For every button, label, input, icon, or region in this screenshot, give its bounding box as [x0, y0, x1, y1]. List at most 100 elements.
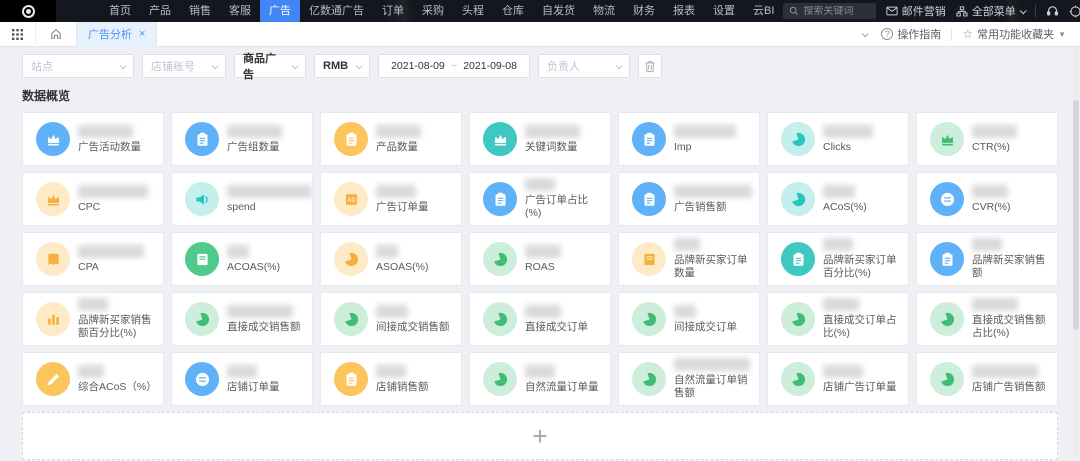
chevron-down-icon [120, 62, 127, 69]
nav-item-报表[interactable]: 报表 [664, 0, 704, 22]
metric-card[interactable]: 广告订单占比(%) [469, 172, 611, 226]
date-range-picker[interactable]: 2021-08-09 ~ 2021-09-08 [378, 54, 530, 78]
metric-value-redacted [78, 245, 144, 258]
metric-card[interactable]: spend [171, 172, 313, 226]
nav-item-头程[interactable]: 头程 [453, 0, 493, 22]
metric-card[interactable]: ACOAS(%) [171, 232, 313, 286]
metric-card[interactable]: 自然流量订单量 [469, 352, 611, 406]
mail-marketing-link[interactable]: 邮件营销 [886, 3, 946, 19]
scrollbar-track[interactable] [1073, 48, 1079, 459]
metric-card[interactable]: CTR(%) [916, 112, 1058, 166]
apps-grid-icon[interactable] [12, 29, 23, 40]
metric-card[interactable]: 广告销售额 [618, 172, 760, 226]
metric-card[interactable]: AD 广告订单量 [320, 172, 462, 226]
nav-item-订单[interactable]: 订单 [373, 0, 413, 22]
nav-item-仓库[interactable]: 仓库 [493, 0, 533, 22]
metric-value-redacted [525, 365, 555, 378]
metric-card[interactable]: 品牌新买家销售额 [916, 232, 1058, 286]
nav-item-设置[interactable]: 设置 [704, 0, 744, 22]
search-input[interactable] [803, 6, 869, 17]
nav-item-广告[interactable]: 广告 [260, 0, 300, 22]
nav-item-产品[interactable]: 产品 [140, 0, 180, 22]
tab-ad-analysis[interactable]: 广告分析 × [76, 22, 157, 47]
add-metric-card[interactable]: + [22, 412, 1058, 460]
metric-card[interactable]: CVR(%) [916, 172, 1058, 226]
metric-card[interactable]: 店铺销售额 [320, 352, 462, 406]
main-content: 站点 店铺账号 商品广告 RMB 2021-08-09 ~ 2021-09-08… [0, 47, 1080, 460]
headset-icon[interactable] [1046, 5, 1059, 17]
close-icon[interactable]: × [139, 29, 145, 40]
metric-card[interactable]: 店铺广告订单量 [767, 352, 909, 406]
metric-card[interactable]: 自然流量订单销售额 [618, 352, 760, 406]
metric-card[interactable]: 店铺广告销售额 [916, 352, 1058, 406]
metric-label: ASOAS(%) [376, 261, 429, 274]
ad-type-select[interactable]: 商品广告 [234, 54, 306, 78]
clipboard-icon [781, 242, 815, 276]
home-tab-button[interactable] [35, 22, 76, 47]
metric-card[interactable]: 直接成交销售额占比(%) [916, 292, 1058, 346]
nav-item-物流[interactable]: 物流 [584, 0, 624, 22]
metric-card[interactable]: 产品数量 [320, 112, 462, 166]
currency-select[interactable]: RMB [314, 54, 370, 78]
metric-card[interactable]: 间接成交销售额 [320, 292, 462, 346]
guide-link[interactable]: ? 操作指南 [881, 26, 941, 42]
metric-card[interactable]: 直接成交订单 [469, 292, 611, 346]
metric-card[interactable]: 店铺订单量 [171, 352, 313, 406]
metric-label: 广告活动数量 [78, 141, 141, 154]
metric-card[interactable]: 关键词数量 [469, 112, 611, 166]
metric-card[interactable]: 间接成交订单 [618, 292, 760, 346]
metric-card[interactable]: 综合ACoS（%） [22, 352, 164, 406]
metric-card[interactable]: CPA [22, 232, 164, 286]
favorites-menu[interactable]: ☆ 常用功能收藏夹 ▼ [962, 26, 1066, 42]
metric-value-redacted [972, 238, 1002, 251]
metric-card[interactable]: 直接成交销售额 [171, 292, 313, 346]
metric-card[interactable]: ROAS [469, 232, 611, 286]
metric-card[interactable]: 品牌新买家销售额百分比(%) [22, 292, 164, 346]
clipboard-icon [632, 182, 666, 216]
metric-label: 品牌新买家销售额百分比(%) [78, 314, 157, 339]
currency-value: RMB [323, 60, 348, 72]
nav-item-销售[interactable]: 销售 [180, 0, 220, 22]
metric-label: spend [227, 201, 306, 214]
pie-icon [632, 362, 666, 396]
nav-item-财务[interactable]: 财务 [624, 0, 664, 22]
metric-label: 广告销售额 [674, 201, 752, 214]
date-separator: ~ [451, 60, 457, 72]
metric-value-redacted [674, 305, 696, 318]
global-search[interactable] [783, 3, 875, 19]
shop-account-select[interactable]: 店铺账号 [142, 54, 226, 78]
caret-down-icon: ▼ [1058, 30, 1066, 39]
shop-select-placeholder: 店铺账号 [151, 58, 195, 74]
metric-label: CPC [78, 201, 148, 214]
metric-card[interactable]: ASOAS(%) [320, 232, 462, 286]
clear-filters-button[interactable] [638, 54, 662, 78]
metric-card[interactable]: 品牌新买家订单数量 [618, 232, 760, 286]
metric-card[interactable]: 直接成交订单占比(%) [767, 292, 909, 346]
scrollbar-thumb[interactable] [1073, 100, 1079, 330]
nav-item-云BI[interactable]: 云BI [744, 0, 783, 22]
site-select[interactable]: 站点 [22, 54, 134, 78]
collapse-chevron-icon[interactable] [862, 30, 869, 37]
all-menu-button[interactable]: 全部菜单 [956, 3, 1025, 19]
metric-card[interactable]: Clicks [767, 112, 909, 166]
pie-icon [185, 302, 219, 336]
metric-value-redacted [227, 125, 282, 138]
metric-card[interactable]: 品牌新买家订单百分比(%) [767, 232, 909, 286]
metric-card[interactable]: 广告活动数量 [22, 112, 164, 166]
metric-card[interactable]: CPC [22, 172, 164, 226]
target-icon[interactable] [1069, 5, 1080, 18]
metric-card[interactable]: Imp [618, 112, 760, 166]
ad-type-value: 商品广告 [243, 50, 286, 82]
nav-item-采购[interactable]: 采购 [413, 0, 453, 22]
date-start-value: 2021-08-09 [391, 60, 445, 72]
metric-card[interactable]: 广告组数量 [171, 112, 313, 166]
owner-select[interactable]: 负责人 [538, 54, 630, 78]
nav-item-自发货[interactable]: 自发货 [533, 0, 584, 22]
nav-item-亿数通广告[interactable]: 亿数通广告 [300, 0, 373, 22]
app-logo[interactable] [0, 0, 56, 22]
nav-item-客服[interactable]: 客服 [220, 0, 260, 22]
nav-item-首页[interactable]: 首页 [100, 0, 140, 22]
clipboard-icon [632, 122, 666, 156]
metric-card[interactable]: ACoS(%) [767, 172, 909, 226]
metric-value-redacted [376, 245, 398, 258]
